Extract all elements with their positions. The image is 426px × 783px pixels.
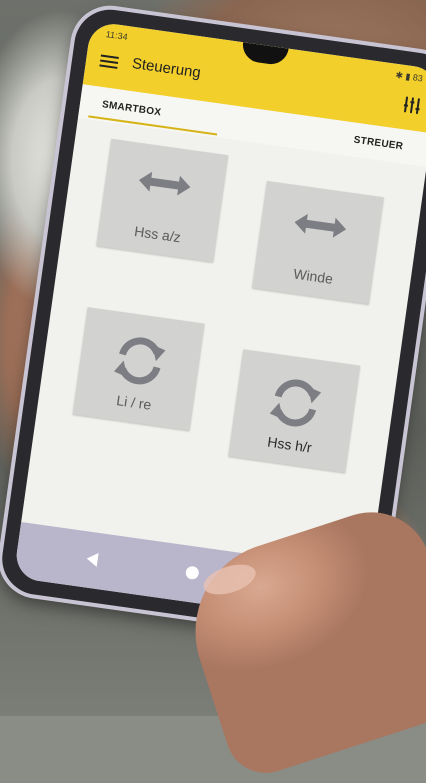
tile-label: Hss a/z bbox=[133, 222, 182, 246]
tile-label: Hss h/r bbox=[266, 433, 313, 456]
horizontal-arrows-icon bbox=[294, 213, 347, 238]
status-indicators: ✱ ▮ 83 bbox=[394, 69, 424, 84]
nav-home-icon[interactable] bbox=[184, 565, 200, 581]
tab-smartbox[interactable]: SMARTBOX bbox=[101, 99, 162, 118]
tile-label: Li / re bbox=[115, 392, 153, 413]
rotate-arrows-icon bbox=[114, 337, 166, 385]
tune-sliders-icon[interactable] bbox=[402, 95, 422, 115]
nav-back-icon[interactable] bbox=[85, 551, 99, 567]
tile-winde[interactable]: Winde bbox=[252, 180, 384, 305]
tile-hss-hr[interactable]: Hss h/r bbox=[228, 349, 361, 473]
horizontal-arrows-icon bbox=[138, 171, 191, 196]
app-title: Steuerung bbox=[130, 55, 202, 82]
tab-streuer[interactable]: STREUER bbox=[353, 135, 404, 153]
control-grid: Hss a/z Winde Li / re Hss h/r bbox=[21, 118, 426, 571]
tile-label: Winde bbox=[292, 265, 334, 287]
rotate-arrows-icon bbox=[269, 379, 322, 427]
status-time: 11:34 bbox=[105, 29, 129, 43]
hamburger-menu-icon[interactable] bbox=[99, 54, 119, 69]
tile-li-re[interactable]: Li / re bbox=[72, 307, 205, 431]
tile-hss-az[interactable]: Hss a/z bbox=[96, 138, 229, 263]
